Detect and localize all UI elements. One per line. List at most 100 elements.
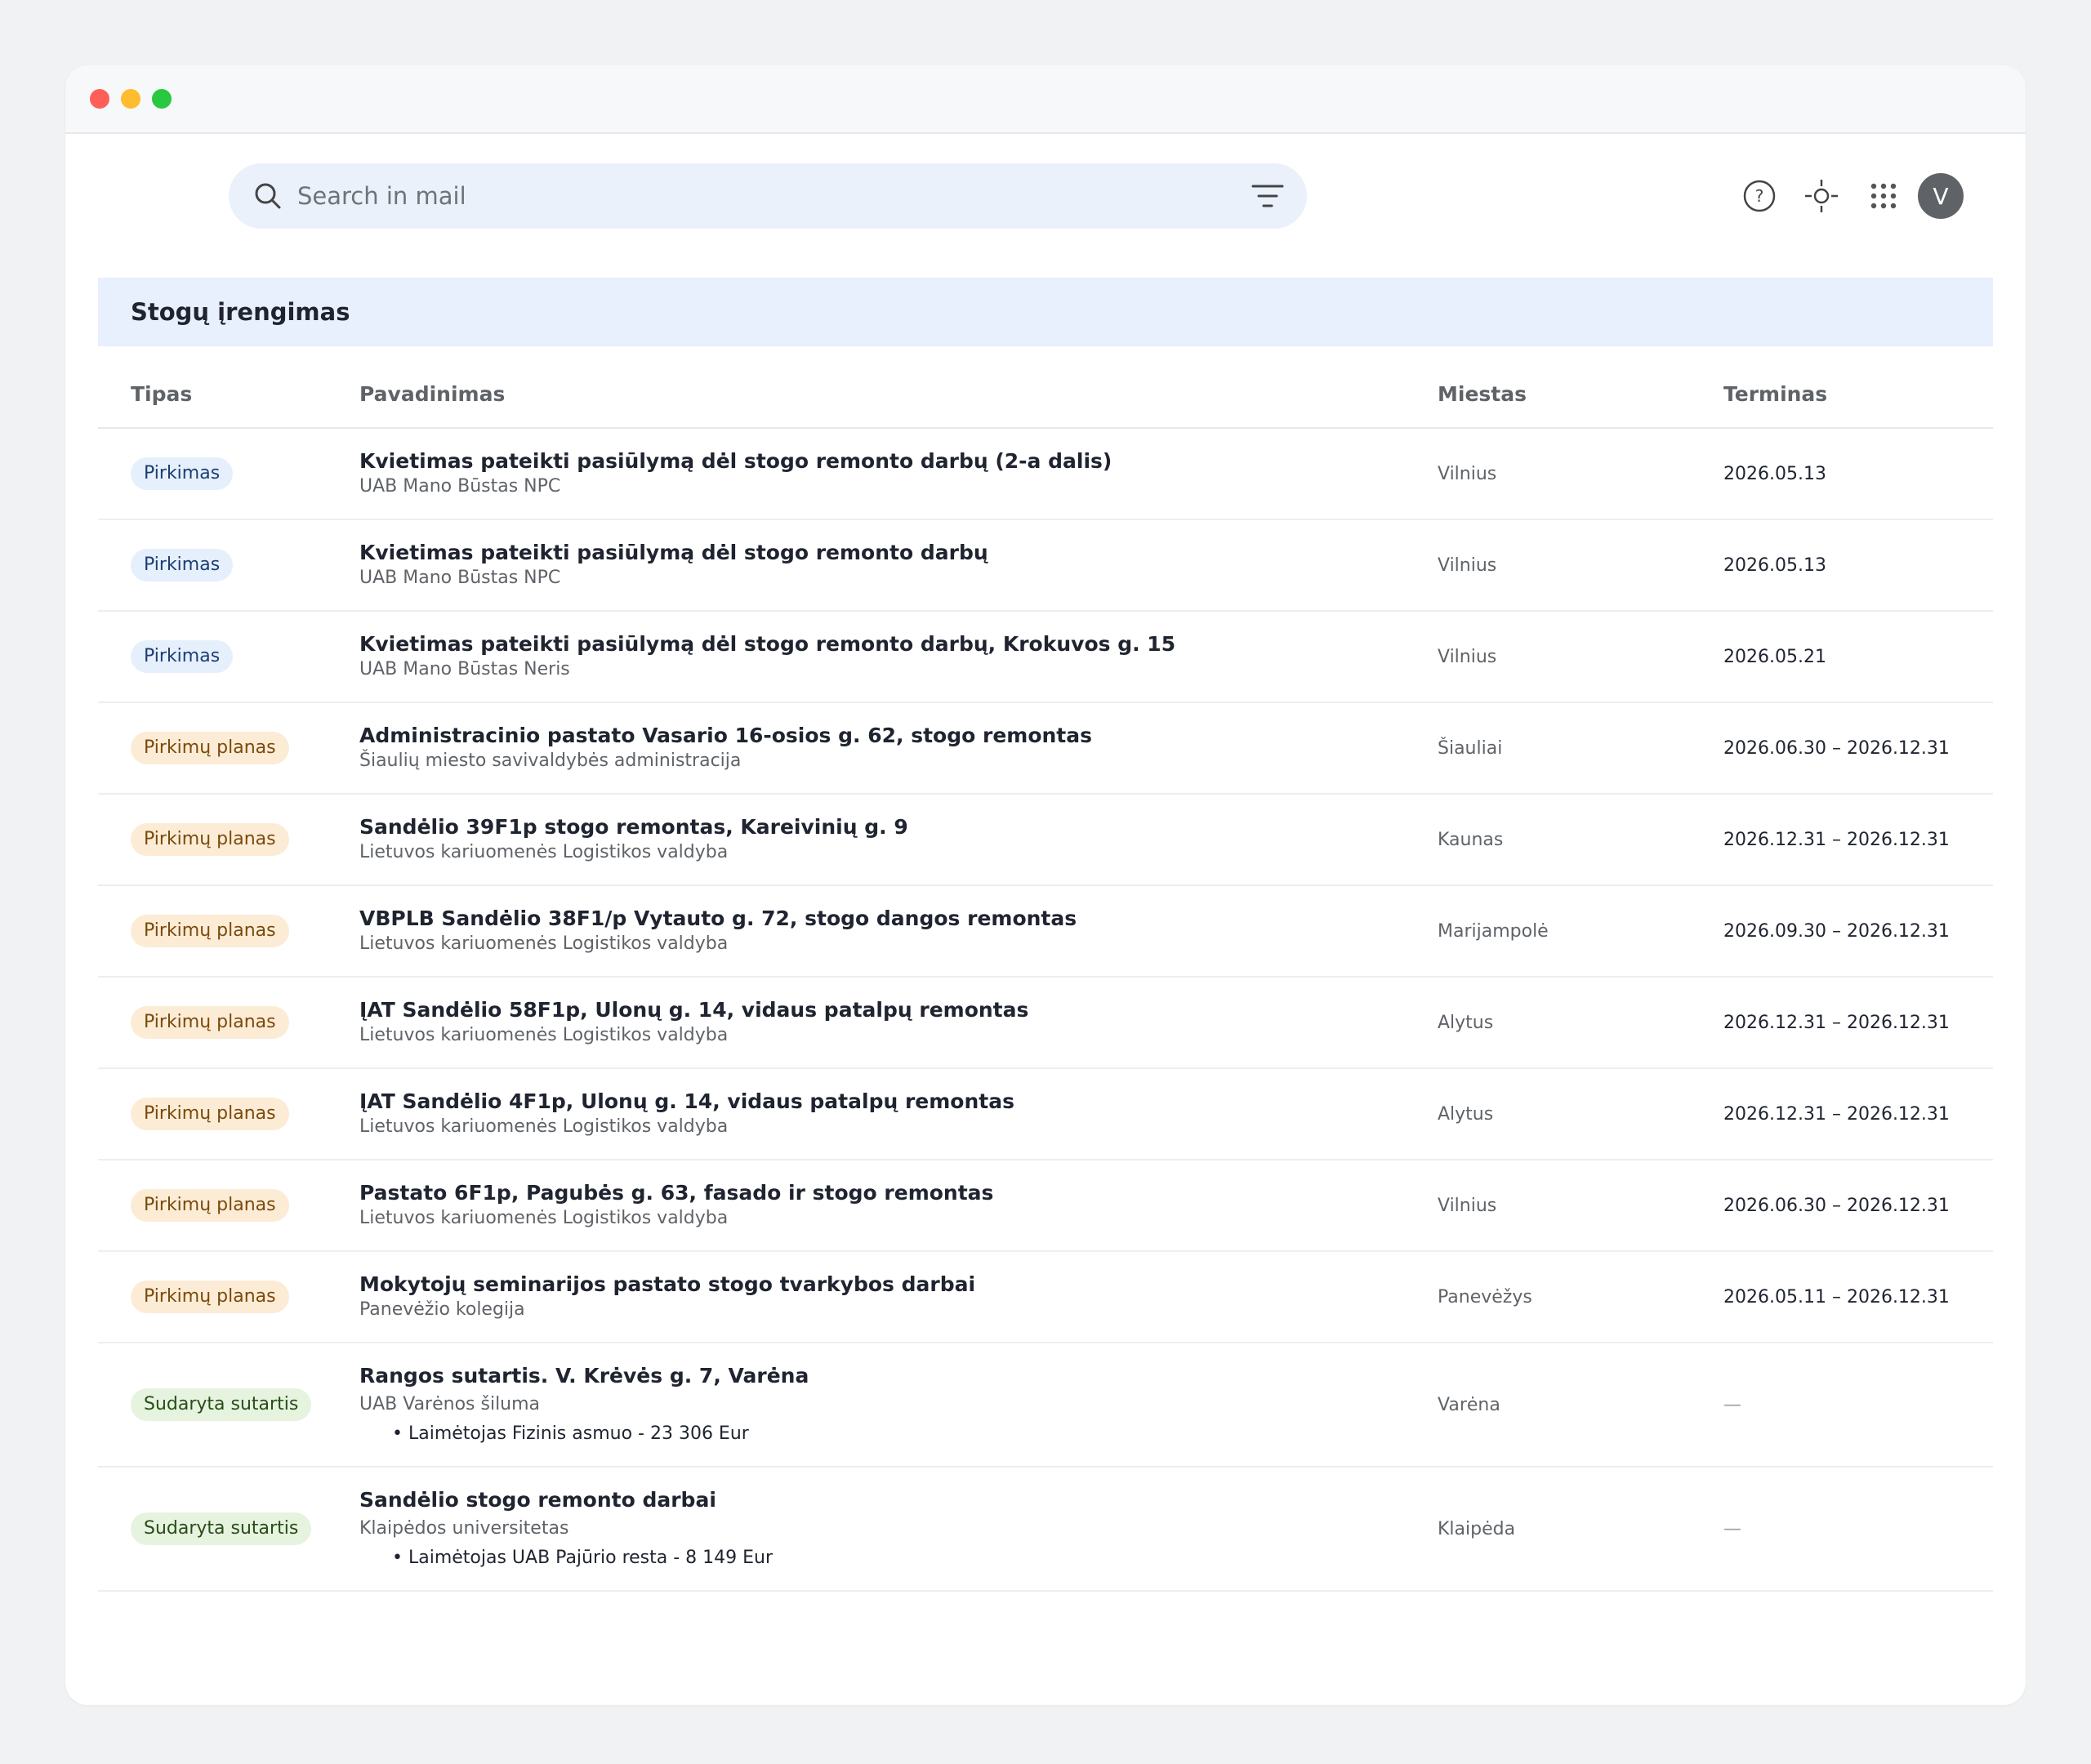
- term-cell: 2026.05.11 – 2026.12.31: [1723, 1251, 1993, 1343]
- name-cell: Sandėlio stogo remonto darbai Klaipėdos u…: [359, 1467, 1438, 1592]
- term-value: —: [1723, 1394, 1741, 1415]
- city-cell: Vilnius: [1438, 611, 1723, 703]
- city-value: Vilnius: [1438, 1195, 1497, 1216]
- type-badge: Pirkimų planas: [131, 1006, 289, 1039]
- name-cell: Rangos sutartis. V. Krėvės g. 7, Varėna U…: [359, 1343, 1438, 1468]
- avatar[interactable]: V: [1918, 173, 1964, 219]
- name-cell: ĮAT Sandėlio 4F1p, Ulonų g. 14, vidaus p…: [359, 1068, 1438, 1160]
- search-bar[interactable]: [229, 163, 1307, 229]
- type-cell: Pirkimų planas: [98, 885, 359, 978]
- type-badge: Pirkimas: [131, 549, 234, 581]
- city-cell: Alytus: [1438, 1068, 1723, 1160]
- type-cell: Pirkimų planas: [98, 794, 359, 886]
- name-cell: VBPLB Sandėlio 38F1/p Vytauto g. 72, sto…: [359, 885, 1438, 978]
- item-title[interactable]: Kvietimas pateikti pasiūlymą dėl stogo r…: [359, 448, 1438, 474]
- type-cell: Pirkimų planas: [98, 1251, 359, 1343]
- city-cell: Vilnius: [1438, 1160, 1723, 1252]
- city-cell: Alytus: [1438, 977, 1723, 1069]
- column-header-term[interactable]: Terminas: [1723, 346, 1993, 429]
- organization-name: Lietuvos kariuomenės Logistikos valdyba: [359, 842, 729, 862]
- table-row[interactable]: Pirkimų planas Pastato 6F1p, Pagubės g. 6…: [98, 1160, 1993, 1252]
- column-header-type[interactable]: Tipas: [98, 346, 359, 429]
- help-icon[interactable]: ?: [1728, 173, 1790, 219]
- term-value: 2026.05.11 – 2026.12.31: [1723, 1286, 1950, 1307]
- term-cell: 2026.06.30 – 2026.12.31: [1723, 702, 1993, 795]
- term-value: 2026.12.31 – 2026.12.31: [1723, 1103, 1950, 1125]
- search-input[interactable]: [297, 182, 1245, 210]
- term-cell: 2026.05.21: [1723, 611, 1993, 703]
- svg-text:?: ?: [1755, 186, 1764, 206]
- minimize-window-button[interactable]: [121, 89, 140, 109]
- term-value: 2026.06.30 – 2026.12.31: [1723, 1195, 1950, 1216]
- organization-name: UAB Varėnos šiluma: [359, 1394, 541, 1414]
- table-row[interactable]: Pirkimų planas Sandėlio 39F1p stogo remon…: [98, 794, 1993, 886]
- organization-name: Lietuvos kariuomenės Logistikos valdyba: [359, 1025, 729, 1045]
- organization-name: Klaipėdos universitetas: [359, 1518, 569, 1539]
- type-badge: Pirkimas: [131, 457, 234, 490]
- type-cell: Sudaryta sutartis: [98, 1467, 359, 1592]
- table-body: Pirkimas Kvietimas pateikti pasiūlymą dėl…: [98, 428, 1993, 1592]
- table-row[interactable]: Pirkimas Kvietimas pateikti pasiūlymą dėl…: [98, 611, 1993, 703]
- filter-icon[interactable]: [1245, 173, 1291, 219]
- organization-name: Lietuvos kariuomenės Logistikos valdyba: [359, 933, 729, 954]
- item-title[interactable]: Administracinio pastato Vasario 16-osios…: [359, 723, 1438, 749]
- term-cell: 2026.05.13: [1723, 519, 1993, 612]
- table-row[interactable]: Pirkimų planas ĮAT Sandėlio 58F1p, Ulonų …: [98, 977, 1993, 1069]
- app-window: ? V Stogų: [65, 65, 2026, 1705]
- item-title[interactable]: Kvietimas pateikti pasiūlymą dėl stogo r…: [359, 631, 1438, 657]
- organization-name: UAB Mano Būstas Neris: [359, 659, 570, 679]
- table-row[interactable]: Sudaryta sutartis Sandėlio stogo remonto …: [98, 1467, 1993, 1592]
- city-value: Kaunas: [1438, 829, 1504, 850]
- close-window-button[interactable]: [90, 89, 109, 109]
- term-cell: 2026.12.31 – 2026.12.31: [1723, 1068, 1993, 1160]
- winner-info: • Laimėtojas Fizinis asmuo - 23 306 Eur: [392, 1423, 749, 1444]
- city-value: Alytus: [1438, 1103, 1494, 1125]
- type-cell: Sudaryta sutartis: [98, 1343, 359, 1468]
- item-title[interactable]: ĮAT Sandėlio 58F1p, Ulonų g. 14, vidaus …: [359, 997, 1438, 1023]
- maximize-window-button[interactable]: [152, 89, 172, 109]
- table-header-row: Tipas Pavadinimas Miestas Terminas: [98, 346, 1993, 429]
- item-title[interactable]: Pastato 6F1p, Pagubės g. 63, fasado ir s…: [359, 1180, 1438, 1206]
- table-row[interactable]: Pirkimų planas Mokytojų seminarijos pasta…: [98, 1251, 1993, 1343]
- item-title[interactable]: Sandėlio stogo remonto darbai: [359, 1487, 1438, 1513]
- name-cell: Kvietimas pateikti pasiūlymą dėl stogo r…: [359, 519, 1438, 612]
- type-cell: Pirkimų planas: [98, 1068, 359, 1160]
- type-badge: Pirkimų planas: [131, 1098, 289, 1130]
- organization-name: Šiaulių miesto savivaldybės administraci…: [359, 751, 742, 771]
- search-icon[interactable]: [252, 180, 284, 212]
- city-value: Šiauliai: [1438, 737, 1503, 759]
- item-title[interactable]: ĮAT Sandėlio 4F1p, Ulonų g. 14, vidaus p…: [359, 1089, 1438, 1115]
- table-row[interactable]: Pirkimų planas VBPLB Sandėlio 38F1/p Vyta…: [98, 885, 1993, 978]
- table-row[interactable]: Pirkimų planas Administracinio pastato Va…: [98, 702, 1993, 795]
- top-bar: ? V: [65, 134, 2026, 256]
- column-header-city[interactable]: Miestas: [1438, 346, 1723, 429]
- city-cell: Marijampolė: [1438, 885, 1723, 978]
- term-cell: 2026.06.30 – 2026.12.31: [1723, 1160, 1993, 1252]
- city-cell: Kaunas: [1438, 794, 1723, 886]
- type-badge: Pirkimų planas: [131, 915, 289, 947]
- city-cell: Panevėžys: [1438, 1251, 1723, 1343]
- table-row[interactable]: Pirkimas Kvietimas pateikti pasiūlymą dėl…: [98, 428, 1993, 520]
- item-title[interactable]: Mokytojų seminarijos pastato stogo tvark…: [359, 1272, 1438, 1298]
- city-value: Alytus: [1438, 1012, 1494, 1033]
- item-title[interactable]: Kvietimas pateikti pasiūlymą dėl stogo r…: [359, 540, 1438, 566]
- winner-info: • Laimėtojas UAB Pajūrio resta - 8 149 E…: [392, 1548, 774, 1568]
- type-cell: Pirkimas: [98, 611, 359, 703]
- term-cell: —: [1723, 1467, 1993, 1592]
- item-title[interactable]: Rangos sutartis. V. Krėvės g. 7, Varėna: [359, 1363, 1438, 1389]
- settings-icon[interactable]: [1790, 173, 1852, 219]
- table-row[interactable]: Pirkimas Kvietimas pateikti pasiūlymą dėl…: [98, 519, 1993, 612]
- term-cell: —: [1723, 1343, 1993, 1468]
- term-value: 2026.09.30 – 2026.12.31: [1723, 920, 1950, 942]
- apps-grid-icon[interactable]: [1852, 173, 1915, 219]
- city-cell: Klaipėda: [1438, 1467, 1723, 1592]
- table-row[interactable]: Pirkimų planas ĮAT Sandėlio 4F1p, Ulonų g…: [98, 1068, 1993, 1160]
- city-value: Klaipėda: [1438, 1518, 1516, 1539]
- name-cell: Mokytojų seminarijos pastato stogo tvark…: [359, 1251, 1438, 1343]
- term-value: —: [1723, 1518, 1741, 1539]
- item-title[interactable]: Sandėlio 39F1p stogo remontas, Kareivini…: [359, 814, 1438, 840]
- item-title[interactable]: VBPLB Sandėlio 38F1/p Vytauto g. 72, sto…: [359, 906, 1438, 932]
- section-title: Stogų įrengimas: [98, 278, 1993, 346]
- column-header-name[interactable]: Pavadinimas: [359, 346, 1438, 429]
- table-row[interactable]: Sudaryta sutartis Rangos sutartis. V. Krė…: [98, 1343, 1993, 1468]
